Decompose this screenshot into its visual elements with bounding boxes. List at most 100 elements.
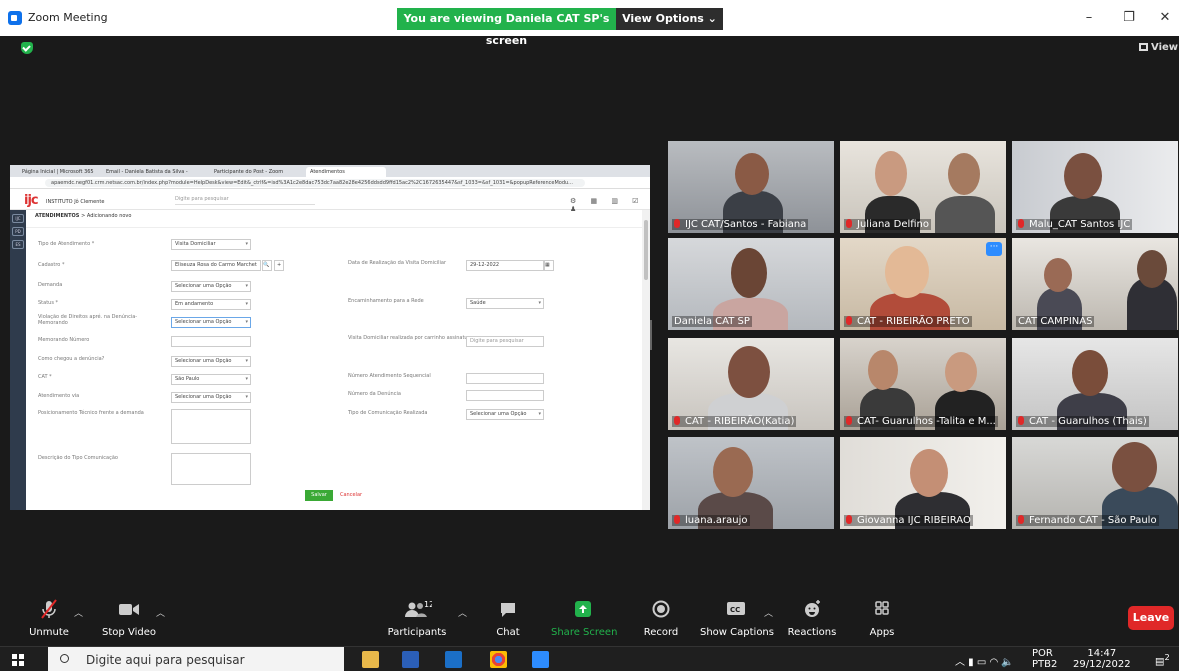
show-captions-label: Show Captions [700,627,774,638]
participant-tile[interactable]: IJC CAT/Santos - Fabiana [668,141,834,233]
muted-mic-icon [674,219,680,228]
encaminhamento-select[interactable]: Saúde [466,298,544,309]
view-button[interactable]: View [1139,42,1178,53]
unmute-button[interactable]: Unmute [28,598,70,638]
app-search-input[interactable]: Digite para pesquisar [175,196,315,205]
participant-tile[interactable]: luana.araujo [668,437,834,529]
participant-tile[interactable]: Fernando CAT - São Paulo [1012,437,1178,529]
more-options-icon[interactable]: ··· [986,242,1002,256]
search-icon [60,654,69,663]
zoom-taskbar-icon[interactable] [532,651,549,668]
num-denuncia-input[interactable] [466,390,544,401]
shared-screen[interactable]: Página Inicial | Microsoft 365 Email - D… [10,165,650,510]
participant-tile[interactable]: Juliana Delfino [840,141,1006,233]
muted-mic-icon [674,416,680,425]
cancel-button[interactable]: Cancelar [340,492,362,498]
show-captions-button[interactable]: CC Show Captions [700,598,774,638]
sidebar-item[interactable]: ES [12,240,24,249]
minimize-icon[interactable]: – [1074,8,1104,28]
browser-address-bar[interactable]: apaemdc.negf01.crm.netsac.com.br/index.p… [10,177,650,189]
descricao-textarea[interactable] [171,453,251,485]
participants-button[interactable]: 12 Participants [387,598,447,638]
viewing-screen-banner: You are viewing Daniela CAT SP's screen [397,8,616,47]
scrollbar-thumb[interactable] [644,220,648,280]
outlook-icon[interactable] [445,651,462,668]
browser-url[interactable]: apaemdc.negf01.crm.netsac.com.br/index.p… [45,179,585,187]
captions-options-icon[interactable]: ︿ [764,606,773,619]
demanda-select[interactable]: Selecionar uma Opção [171,281,251,292]
participants-options-icon[interactable]: ︿ [458,606,467,619]
participant-tile[interactable]: Giovanna IJC RIBEIRAO [840,437,1006,529]
participant-tile[interactable]: CAT - RIBEIRÃO(Katia) [668,338,834,430]
scrollbar[interactable] [642,210,650,510]
browser-tab-strip: Página Inicial | Microsoft 365 Email - D… [10,165,650,177]
field-label: Encaminhamento para a Rede [348,298,424,304]
video-options-icon[interactable]: ︿ [156,606,165,619]
participant-tile[interactable]: ··· CAT - RIBEIRÃO PRETO [840,238,1006,330]
view-options-button[interactable]: View Options ⌄ [616,8,723,30]
participant-name-text: Juliana Delfino [857,219,930,230]
split-handle[interactable] [650,320,652,350]
chrome-icon[interactable] [490,651,507,668]
participant-tile[interactable]: CAT- Guarulhos -Talita e M... [840,338,1006,430]
data-input[interactable]: 29-12-2022 [466,260,544,271]
header-icons[interactable]: ⚙ ▦ ▥ ☑ ♟ [570,197,650,213]
clock[interactable]: 14:47 29/12/2022 [1073,648,1131,670]
como-select[interactable]: Selecionar uma Opção [171,356,251,367]
num-atendimento-input[interactable] [466,373,544,384]
leave-button[interactable]: Leave [1128,606,1174,630]
search-icon[interactable]: 🔍 [262,260,272,271]
field-label: Memorando Número [38,337,90,343]
browser-tab-active[interactable]: Atendimentos [306,167,386,177]
audio-options-icon[interactable]: ︿ [74,606,83,619]
add-icon[interactable]: + [274,260,284,271]
browser-tab[interactable]: Participante do Post - Zoom [210,167,298,177]
violacao-select[interactable]: Selecionar uma Opção [171,317,251,328]
status-select[interactable]: Em andamento [171,299,251,310]
reactions-button[interactable]: Reactions [787,598,837,638]
participant-tile[interactable]: CAT CAMPINAS [1012,238,1178,330]
muted-mic-icon [846,416,852,425]
stop-video-button[interactable]: Stop Video [100,598,158,638]
breadcrumb-section[interactable]: ATENDIMENTOS [35,213,79,219]
file-explorer-icon[interactable] [362,651,379,668]
tray-icons[interactable]: ︿ ▮ ▭ ◠ 🔈 [955,653,1014,668]
encryption-shield-icon[interactable] [21,42,33,54]
memorando-input[interactable] [171,336,251,347]
save-button[interactable]: Salvar [305,490,333,501]
calendar-icon[interactable]: ▦ [544,260,554,271]
cadastro-input[interactable]: Eliseuza Rosa do Carmo Marchet [171,260,261,271]
share-screen-button[interactable]: Share Screen [551,598,617,638]
participant-name: Giovanna IJC RIBEIRAO [844,515,973,526]
mic-muted-icon [41,599,57,619]
word-icon[interactable] [402,651,419,668]
atend-via-select[interactable]: Selecionar uma Opção [171,392,251,403]
language-indicator[interactable]: POR PTB2 [1032,648,1057,670]
browser-tab[interactable]: Email - Daniela Batista da Silva - [102,167,197,177]
participant-tile[interactable]: Malu_CAT Santos IJC [1012,141,1178,233]
apps-button[interactable]: Apps [862,598,902,638]
notification-icon[interactable]: ▤2 [1155,652,1170,667]
tipo-select[interactable]: Visita Domiciliar [171,239,251,250]
visita-input[interactable]: Digite para pesquisar [466,336,544,347]
record-button[interactable]: Record [641,598,681,638]
participant-tile-active-speaker[interactable]: Daniela CAT SP [668,238,834,330]
restore-icon[interactable]: ❐ [1114,8,1144,28]
cat-select[interactable]: São Paulo [171,374,251,385]
sidebar-item[interactable]: PD [12,227,24,236]
tipo-com-select[interactable]: Selecionar uma Opção [466,409,544,420]
participant-tile[interactable]: CAT - Guarulhos (Thais) [1012,338,1178,430]
logo-subtext: INSTITUTO Jô Clemente [46,199,105,205]
sidebar-item[interactable]: IJC [12,214,24,223]
participant-name-text: CAT - Guarulhos (Thais) [1029,416,1147,427]
windows-start-icon[interactable] [12,654,24,666]
close-icon[interactable]: ✕ [1150,8,1179,28]
muted-mic-icon [674,515,680,524]
record-icon [652,600,670,618]
browser-tab[interactable]: Página Inicial | Microsoft 365 [18,167,96,177]
muted-mic-icon [1018,515,1024,524]
taskbar-search-input[interactable]: Digite aqui para pesquisar [48,647,344,671]
captions-icon: CC [727,602,745,615]
chat-button[interactable]: Chat [488,598,528,638]
posicionamento-textarea[interactable] [171,409,251,444]
